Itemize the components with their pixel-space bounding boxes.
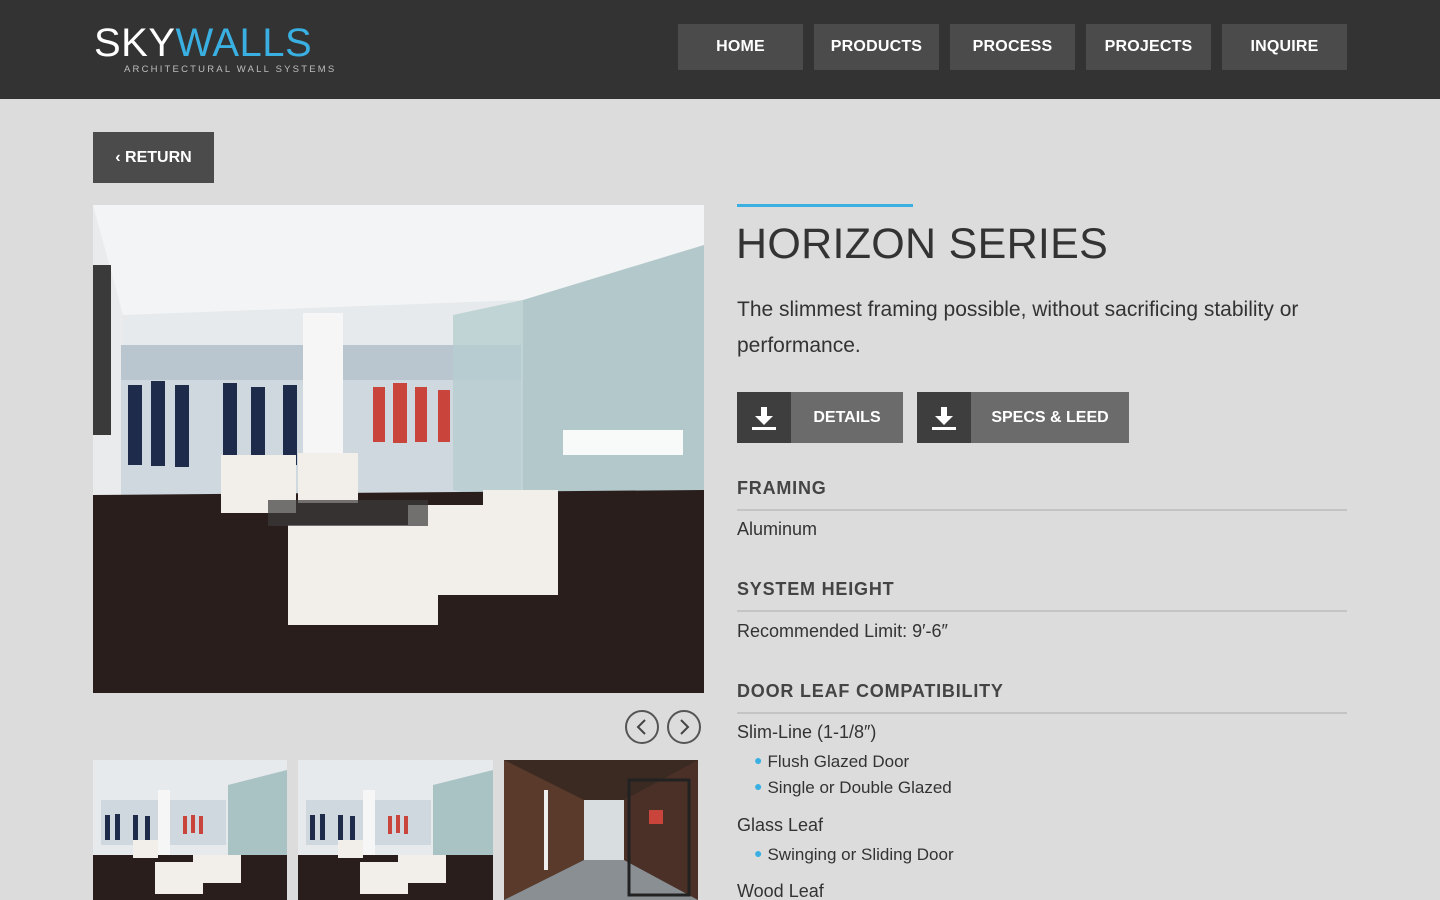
bullet-icon: ● [754, 752, 763, 768]
thumbnail-image [504, 760, 698, 900]
details-label: DETAILS [813, 408, 881, 426]
download-icon [737, 392, 791, 443]
bullet-icon: ● [754, 778, 763, 794]
door-group-glass-leaf: Glass Leaf [737, 815, 824, 835]
nav-projects[interactable]: PROJECTS [1086, 24, 1211, 70]
list-item: ● Single or Double Glazed [754, 778, 952, 798]
specs-leed-label: SPECS & LEED [991, 408, 1109, 426]
logo-walls-text: WALLS [175, 21, 313, 65]
logo-tagline: ARCHITECTURAL WALL SYSTEMS [124, 64, 337, 75]
download-icon [917, 392, 971, 443]
door-group-slimline: Slim-Line (1-1/8″) [737, 722, 877, 742]
framing-value: Aluminum [737, 519, 818, 539]
product-main-image [93, 205, 704, 693]
bullet-icon: ● [754, 845, 763, 861]
list-item-text: Flush Glazed Door [767, 752, 910, 771]
nav-process[interactable]: PROCESS [950, 24, 1075, 70]
gallery-thumbnail[interactable] [504, 760, 698, 900]
list-item: ● Flush Glazed Door [754, 752, 909, 772]
title-accent-line [737, 204, 913, 207]
system-height-heading: SYSTEM HEIGHT [737, 579, 1347, 612]
chevron-left-icon [636, 719, 646, 735]
product-title: HORIZON SERIES [736, 220, 1109, 268]
details-download-button[interactable]: DETAILS [737, 392, 903, 443]
system-height-value: Recommended Limit: 9′-6″ [737, 621, 948, 641]
main-nav: HOME PRODUCTS PROCESS PROJECTS INQUIRE [678, 24, 1347, 70]
thumbnail-image [93, 760, 287, 900]
door-leaf-heading: DOOR LEAF COMPATIBILITY [737, 681, 1347, 714]
gallery-thumbnail[interactable] [93, 760, 287, 900]
skywalls-logo[interactable]: SKYWALLS ARCHITECTURAL WALL SYSTEMS [94, 22, 344, 76]
logo-sky-text: SKY [94, 21, 176, 65]
nav-inquire[interactable]: INQUIRE [1222, 24, 1347, 70]
interior-photo [93, 205, 704, 693]
specs-leed-download-button[interactable]: SPECS & LEED [917, 392, 1129, 443]
return-button[interactable]: ‹ RETURN [93, 132, 214, 183]
thumbnail-image [298, 760, 493, 900]
gallery-thumbnail[interactable] [298, 760, 493, 900]
chevron-right-icon [680, 719, 690, 735]
list-item-text: Single or Double Glazed [767, 778, 952, 797]
list-item: ● Swinging or Sliding Door [754, 845, 954, 865]
site-header: SKYWALLS ARCHITECTURAL WALL SYSTEMS HOME… [0, 0, 1440, 99]
gallery-next-button[interactable] [667, 710, 701, 744]
nav-home[interactable]: HOME [678, 24, 803, 70]
framing-heading: FRAMING [737, 478, 1347, 511]
product-tagline: The slimmest framing possible, without s… [737, 298, 1299, 357]
logo-wordmark: SKYWALLS [94, 22, 312, 64]
nav-products[interactable]: PRODUCTS [814, 24, 939, 70]
gallery-prev-button[interactable] [625, 710, 659, 744]
list-item-text: Swinging or Sliding Door [767, 845, 954, 864]
door-group-wood-leaf: Wood Leaf [737, 881, 824, 900]
